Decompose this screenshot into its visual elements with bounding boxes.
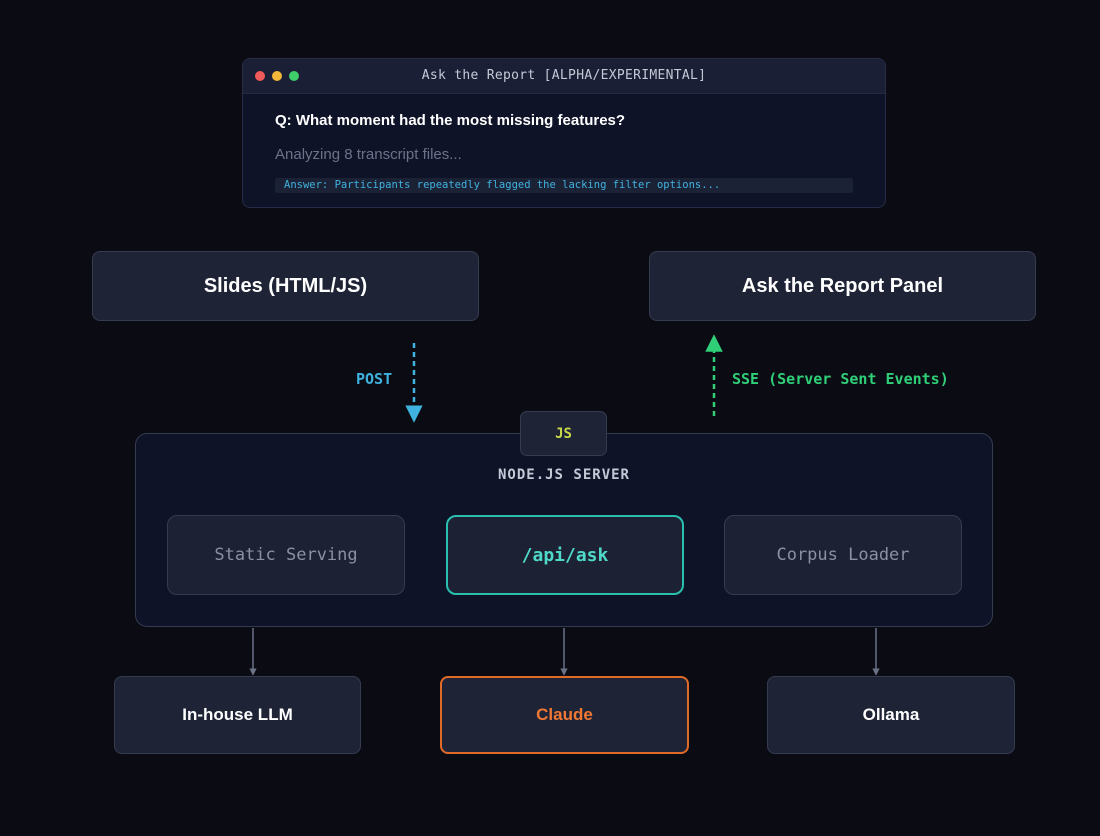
- claude-label: Claude: [536, 705, 593, 724]
- static-serving-module: Static Serving: [167, 515, 405, 595]
- nodejs-server-box: NODE.JS SERVER Static Serving /api/ask C…: [135, 433, 993, 627]
- js-badge: JS: [520, 411, 607, 456]
- ollama-box: Ollama: [767, 676, 1015, 754]
- api-ask-label: /api/ask: [521, 544, 609, 566]
- corpus-loader-label: Corpus Loader: [776, 545, 910, 565]
- sse-label: SSE (Server Sent Events): [732, 370, 949, 388]
- inhouse-llm-label: In-house LLM: [182, 705, 293, 724]
- claude-box: Claude: [440, 676, 689, 754]
- api-ask-module: /api/ask: [446, 515, 684, 595]
- ollama-label: Ollama: [862, 705, 920, 724]
- architecture-diagram: Ask the Report [ALPHA/EXPERIMENTAL] Q: W…: [0, 0, 1100, 836]
- js-badge-label: JS: [555, 425, 572, 442]
- server-title: NODE.JS SERVER: [497, 467, 630, 483]
- inhouse-llm-box: In-house LLM: [114, 676, 361, 754]
- static-serving-label: Static Serving: [214, 545, 358, 565]
- corpus-loader-module: Corpus Loader: [724, 515, 962, 595]
- post-label: POST: [356, 370, 393, 388]
